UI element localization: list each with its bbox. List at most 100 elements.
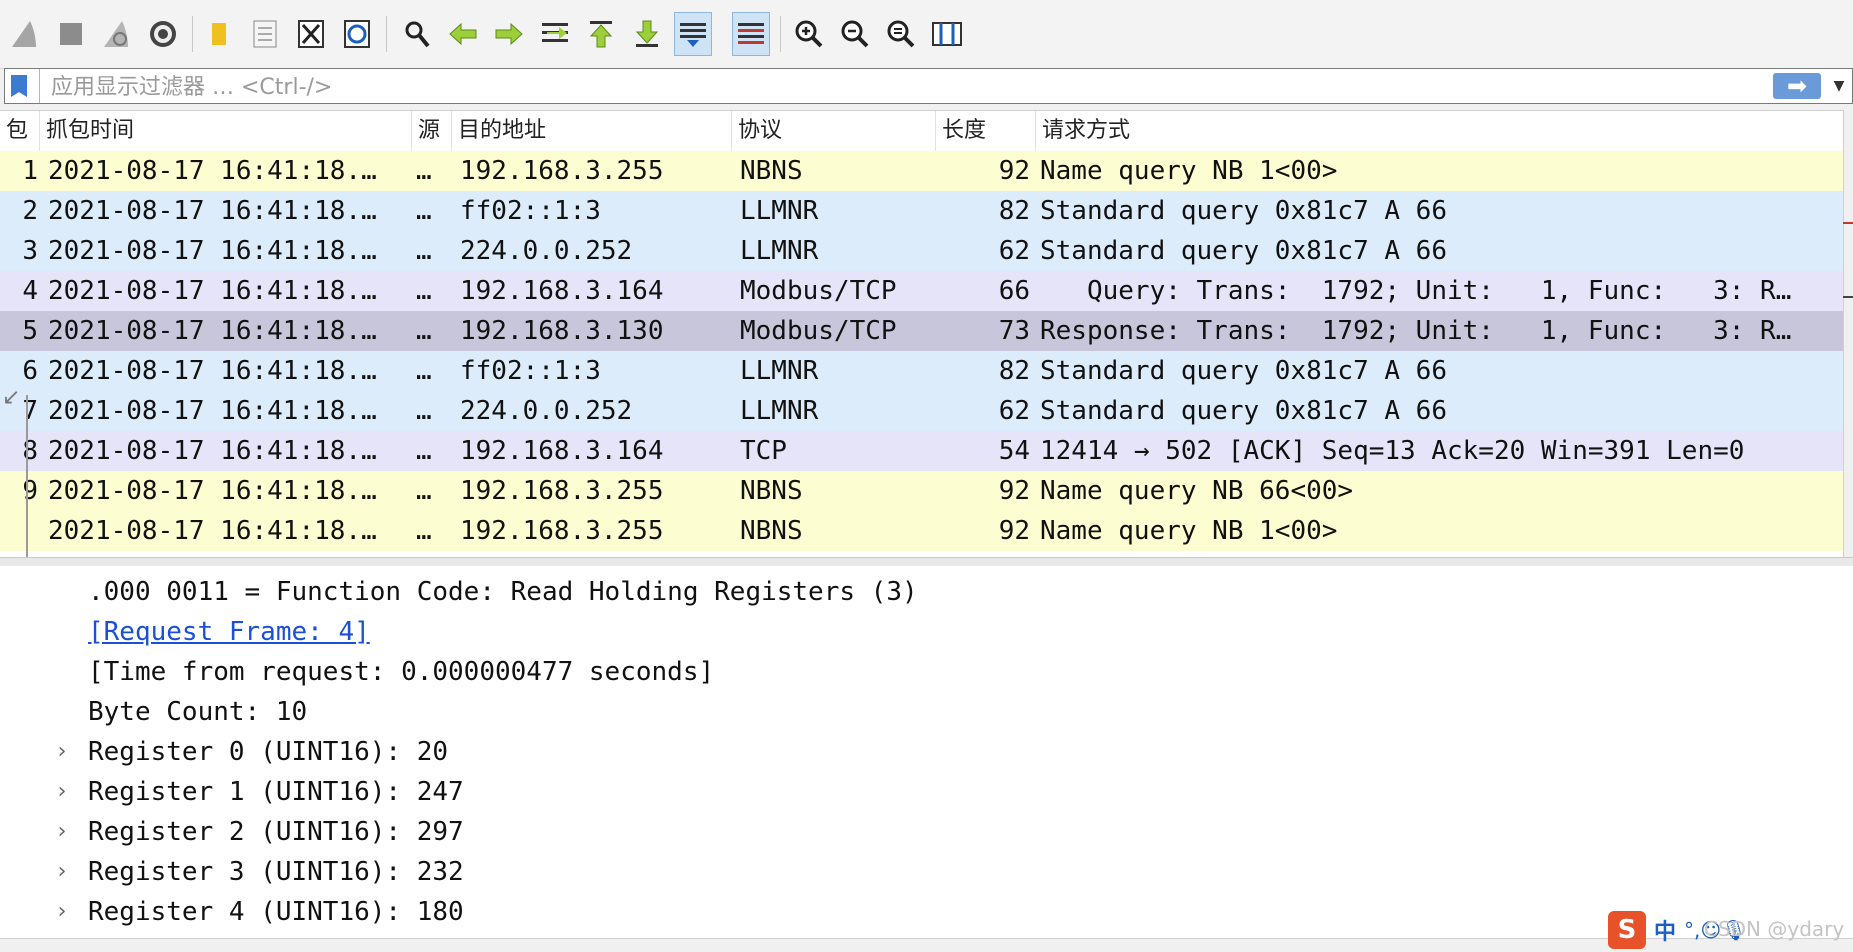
packet-source: … xyxy=(416,476,432,506)
packet-row[interactable]: 1 2021-08-17 16:41:18.… … 192.168.3.255 … xyxy=(0,151,1843,191)
packet-length: 73 xyxy=(998,316,1030,346)
packet-source: … xyxy=(416,236,432,266)
detail-line-register[interactable]: › Register 4 (UINT16): 180 xyxy=(0,892,1853,932)
packet-protocol: LLMNR xyxy=(740,236,819,266)
packet-no: 8 xyxy=(22,436,38,466)
packet-destination: 224.0.0.252 xyxy=(460,396,633,426)
packet-row[interactable]: 2 2021-08-17 16:41:18.… … ff02::1:3 LLMN… xyxy=(0,191,1843,231)
packet-info: Standard query 0x81c7 A 66 xyxy=(1040,396,1447,426)
back-arrow-icon[interactable] xyxy=(444,12,482,56)
open-folder-icon[interactable] xyxy=(200,12,238,56)
chevron-right-icon[interactable]: › xyxy=(52,812,72,852)
forward-arrow-icon[interactable] xyxy=(490,12,528,56)
zoom-out-icon[interactable] xyxy=(836,12,874,56)
packet-length: 62 xyxy=(998,396,1030,426)
packet-protocol: LLMNR xyxy=(740,396,819,426)
column-header-protocol[interactable]: 协议 xyxy=(732,111,936,151)
column-header-source[interactable]: 源 xyxy=(412,111,452,151)
apply-filter-button[interactable]: ➡ xyxy=(1773,72,1821,100)
column-header-length[interactable]: 长度 xyxy=(936,111,1036,151)
normal-size-icon[interactable] xyxy=(882,12,920,56)
auto-scroll-icon[interactable] xyxy=(674,12,712,56)
packet-time: 2021-08-17 16:41:18.… xyxy=(48,436,377,466)
packet-length: 54 xyxy=(998,436,1030,466)
first-packet-icon[interactable] xyxy=(582,12,620,56)
detail-line-register[interactable]: › Register 1 (UINT16): 247 xyxy=(0,772,1853,812)
packet-no: 4 xyxy=(22,276,38,306)
packet-row-selected[interactable]: 5 2021-08-17 16:41:18.… … 192.168.3.130 … xyxy=(0,311,1843,351)
packet-row[interactable]: 8 2021-08-17 16:41:18.… … 192.168.3.164 … xyxy=(0,431,1843,471)
reload-icon[interactable] xyxy=(338,12,376,56)
packet-no xyxy=(0,511,38,551)
detail-text: Byte Count: 10 xyxy=(88,697,308,727)
detail-line-register[interactable]: › Register 0 (UINT16): 20 xyxy=(0,732,1853,772)
last-packet-icon[interactable] xyxy=(628,12,666,56)
packet-no: 3 xyxy=(22,236,38,266)
packet-protocol: TCP xyxy=(740,436,787,466)
column-header-no[interactable]: 包 xyxy=(0,111,40,151)
detail-text: Register 1 (UINT16): 247 xyxy=(88,777,464,807)
packet-no: 9 xyxy=(22,476,38,506)
chevron-down-icon[interactable]: ▼ xyxy=(1829,73,1849,99)
packet-time: 2021-08-17 16:41:18.… xyxy=(48,356,377,386)
stop-icon[interactable] xyxy=(52,12,90,56)
column-header-destination[interactable]: 目的地址 xyxy=(452,111,732,151)
find-icon[interactable] xyxy=(398,12,436,56)
main-toolbar xyxy=(0,0,1853,69)
detail-line-register[interactable]: › Register 2 (UINT16): 297 xyxy=(0,812,1853,852)
packet-length: 62 xyxy=(998,236,1030,266)
go-to-packet-icon[interactable] xyxy=(536,12,574,56)
detail-line[interactable]: [Request Frame: 4] xyxy=(0,612,1853,652)
detail-line[interactable]: .000 0011 = Function Code: Read Holding … xyxy=(0,572,1853,612)
packet-destination: 192.168.3.130 xyxy=(460,316,664,346)
detail-text: Register 4 (UINT16): 180 xyxy=(88,897,464,927)
colorize-icon[interactable] xyxy=(732,12,770,56)
detail-text: .000 0011 = Function Code: Read Holding … xyxy=(88,577,918,607)
options-gear-icon[interactable] xyxy=(144,12,182,56)
packet-protocol: NBNS xyxy=(740,156,803,186)
sogou-logo-icon[interactable]: S xyxy=(1608,911,1646,949)
packet-source: … xyxy=(416,356,432,386)
packet-row[interactable]: 4 2021-08-17 16:41:18.… … 192.168.3.164 … xyxy=(0,271,1843,311)
packet-destination: 192.168.3.164 xyxy=(460,276,664,306)
packet-time: 2021-08-17 16:41:18.… xyxy=(48,156,377,186)
packet-length: 66 xyxy=(998,276,1030,306)
column-header-info[interactable]: 请求方式 xyxy=(1036,111,1843,151)
detail-line[interactable]: Byte Count: 10 xyxy=(0,692,1853,732)
packet-info: Name query NB 1<00> xyxy=(1040,516,1338,546)
chevron-right-icon[interactable]: › xyxy=(52,772,72,812)
shark-fin-start-icon[interactable] xyxy=(6,12,44,56)
packet-source: … xyxy=(416,436,432,466)
packet-row[interactable]: 2021-08-17 16:41:18.… … 192.168.3.255 NB… xyxy=(0,511,1843,551)
zoom-in-icon[interactable] xyxy=(790,12,828,56)
restart-icon[interactable] xyxy=(98,12,136,56)
packet-list-scrollbar[interactable] xyxy=(1843,110,1853,557)
packet-protocol: NBNS xyxy=(740,516,803,546)
detail-line-register[interactable]: › Register 3 (UINT16): 232 xyxy=(0,852,1853,892)
chevron-right-icon[interactable]: › xyxy=(52,732,72,772)
packet-length: 82 xyxy=(998,356,1030,386)
column-header-time[interactable]: 抓包时间 xyxy=(40,111,412,151)
close-file-icon[interactable] xyxy=(292,12,330,56)
packet-destination: 192.168.3.255 xyxy=(460,156,664,186)
packet-row[interactable]: 3 2021-08-17 16:41:18.… … 224.0.0.252 LL… xyxy=(0,231,1843,271)
display-filter-input[interactable] xyxy=(49,71,1753,103)
resize-columns-icon[interactable] xyxy=(928,12,966,56)
packet-row[interactable]: 7 2021-08-17 16:41:18.… … 224.0.0.252 LL… xyxy=(0,391,1843,431)
related-packet-arrow-icon: ↙ xyxy=(2,385,21,410)
packet-row[interactable]: 6 2021-08-17 16:41:18.… … ff02::1:3 LLMN… xyxy=(0,351,1843,391)
packet-time: 2021-08-17 16:41:18.… xyxy=(48,316,377,346)
ime-language-toggle[interactable]: 中 xyxy=(1654,914,1676,946)
chevron-right-icon[interactable]: › xyxy=(52,892,72,932)
packet-destination: 224.0.0.252 xyxy=(460,236,633,266)
save-file-icon[interactable] xyxy=(246,12,284,56)
chevron-right-icon[interactable]: › xyxy=(52,852,72,892)
request-frame-link[interactable]: [Request Frame: 4] xyxy=(88,612,370,652)
detail-line[interactable]: [Time from request: 0.000000477 seconds] xyxy=(0,652,1853,692)
packet-row[interactable]: 9 2021-08-17 16:41:18.… … 192.168.3.255 … xyxy=(0,471,1843,511)
bookmark-icon[interactable] xyxy=(11,75,27,97)
packet-no: 1 xyxy=(22,156,38,186)
packet-length: 92 xyxy=(998,516,1030,546)
watermark: CSDN @ydary xyxy=(1704,917,1845,941)
detail-text: [Time from request: 0.000000477 seconds] xyxy=(88,657,715,687)
